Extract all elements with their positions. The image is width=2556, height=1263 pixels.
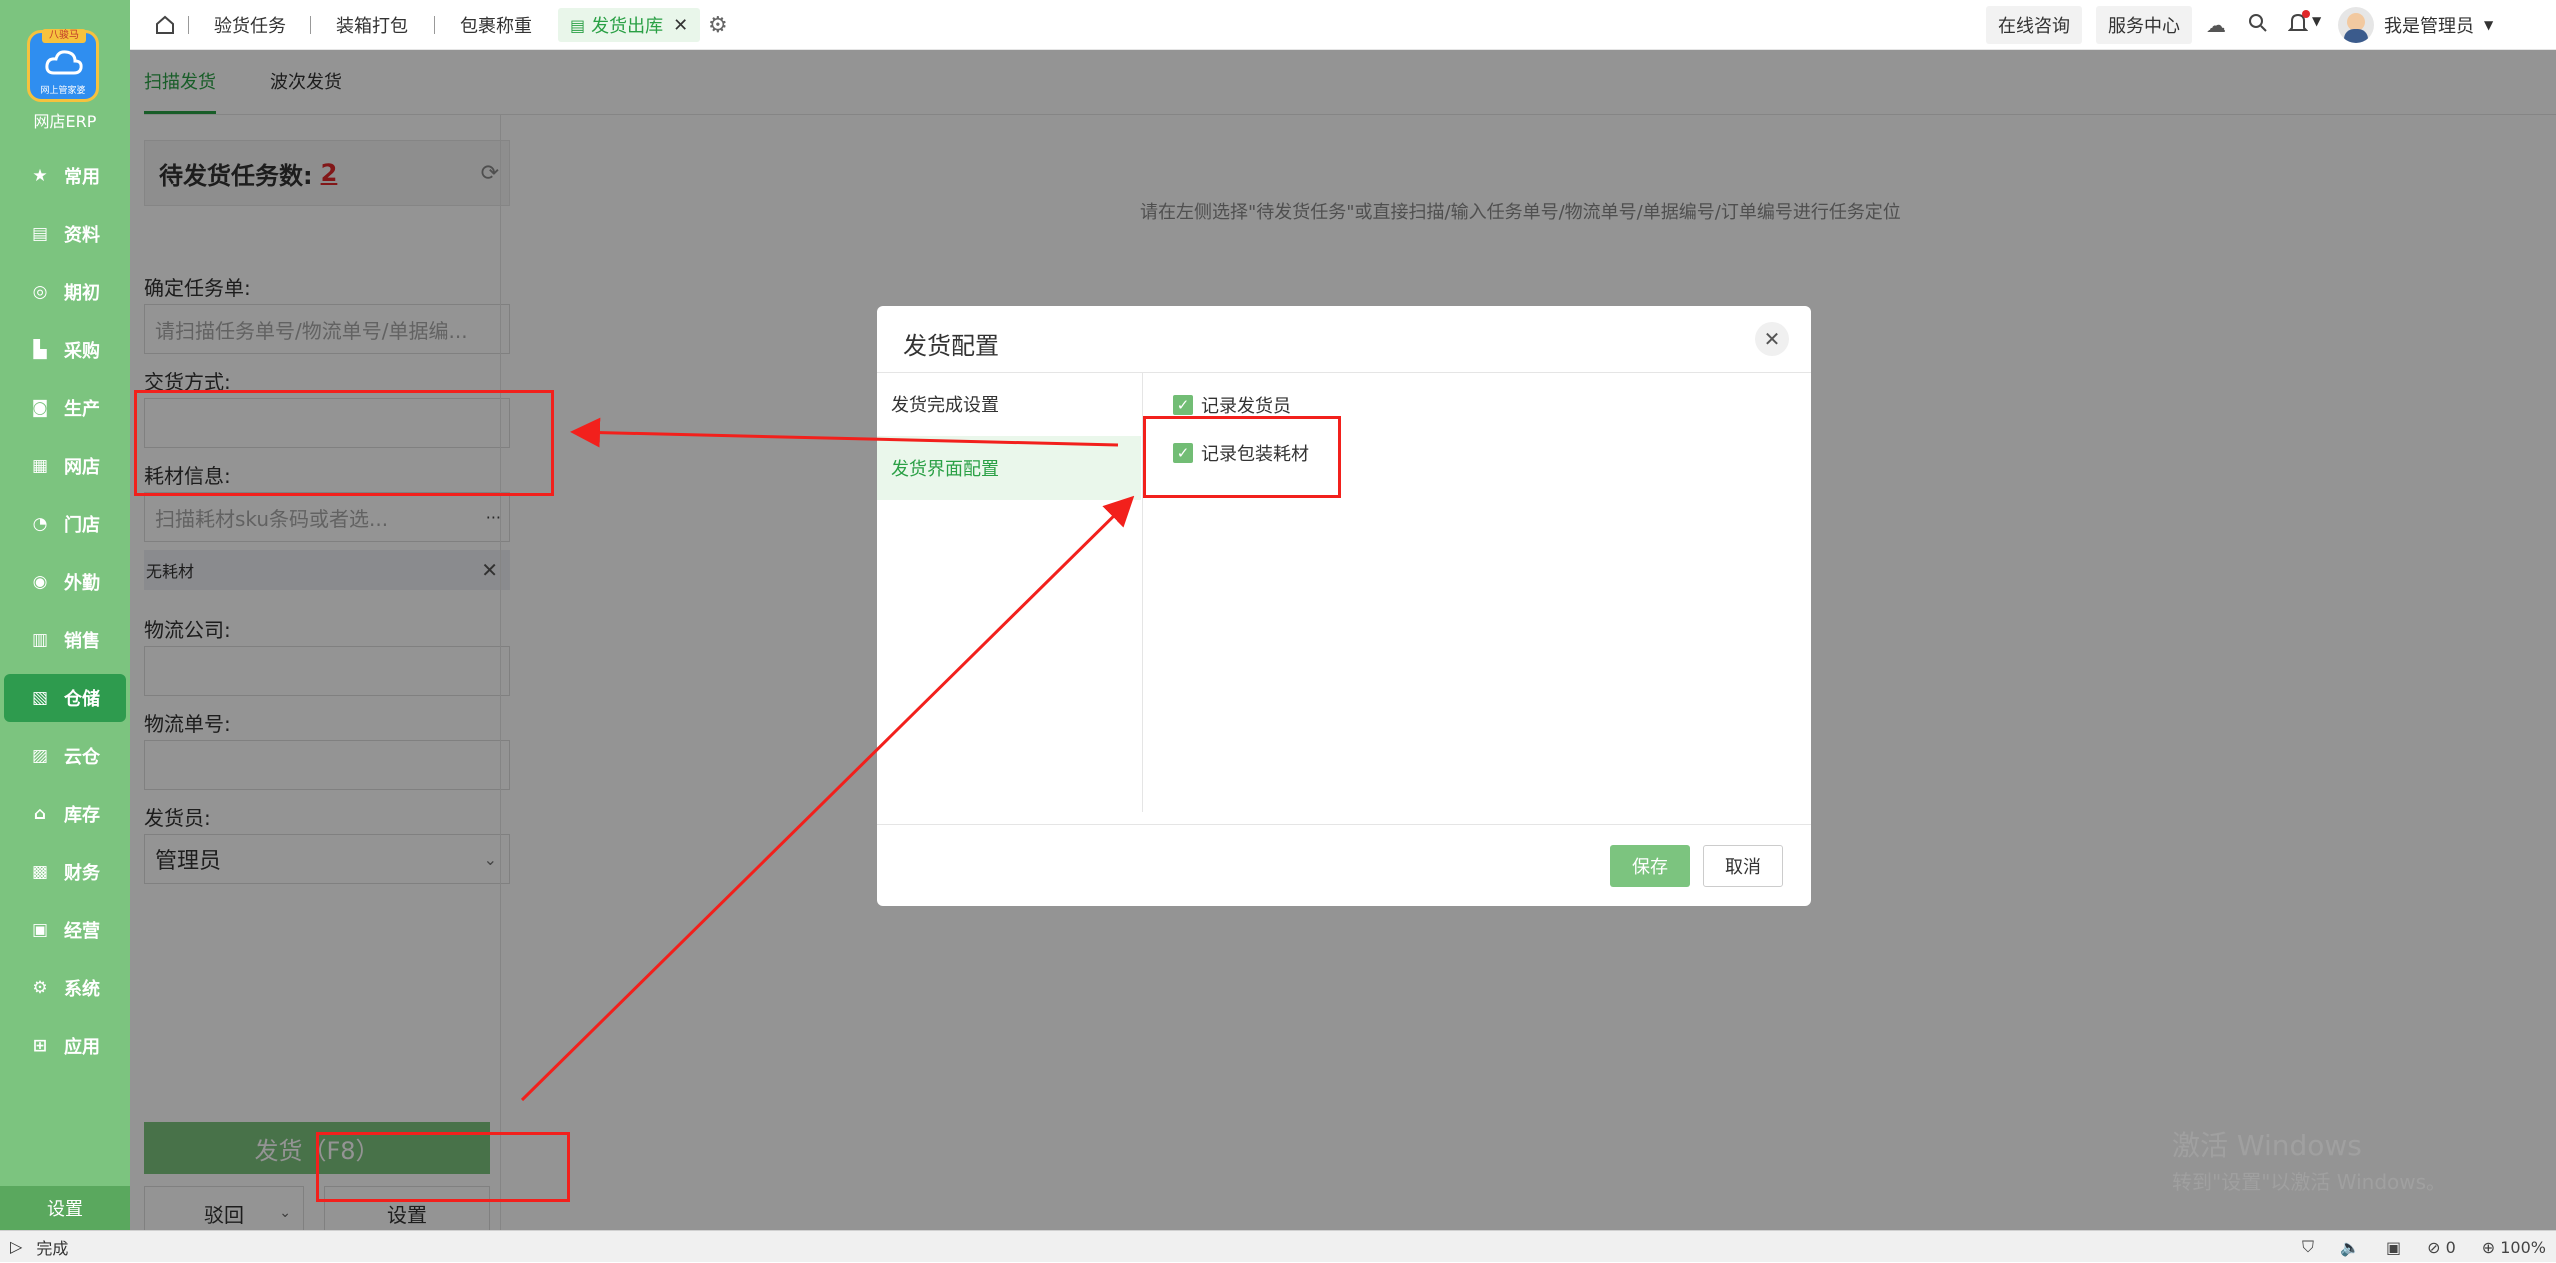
watermark-subtitle: 转到"设置"以激活 Windows。 [2172, 1170, 2447, 1194]
sidebar-toggle-icon[interactable]: ▷ [10, 1237, 22, 1256]
windows-activation-watermark: 激活 Windows 转到"设置"以激活 Windows。 [2172, 1128, 2446, 1200]
status-text: 完成 [36, 1238, 69, 1258]
watermark-title: 激活 Windows [2172, 1129, 2362, 1162]
annotation-arrows [520, 417, 1135, 1102]
arrow-to-dialog [520, 495, 1135, 1102]
ad-block-count: 0 [2445, 1237, 2456, 1257]
zoom-icon[interactable]: ⊕ 100% [2482, 1238, 2546, 1257]
arrow-to-material-input [570, 417, 1119, 448]
zoom-level: 100% [2500, 1237, 2546, 1257]
status-bar: ▷ 完成 ⛉ 🔈 ▣ ⊘ 0 ⊕ 100% [0, 1230, 2556, 1262]
clipboard-icon[interactable]: ▣ [2386, 1238, 2401, 1257]
shield-icon[interactable]: ⛉ [2302, 1237, 2314, 1257]
ad-block-icon[interactable]: ⊘ 0 [2427, 1238, 2456, 1257]
speaker-icon[interactable]: 🔈 [2340, 1238, 2360, 1257]
